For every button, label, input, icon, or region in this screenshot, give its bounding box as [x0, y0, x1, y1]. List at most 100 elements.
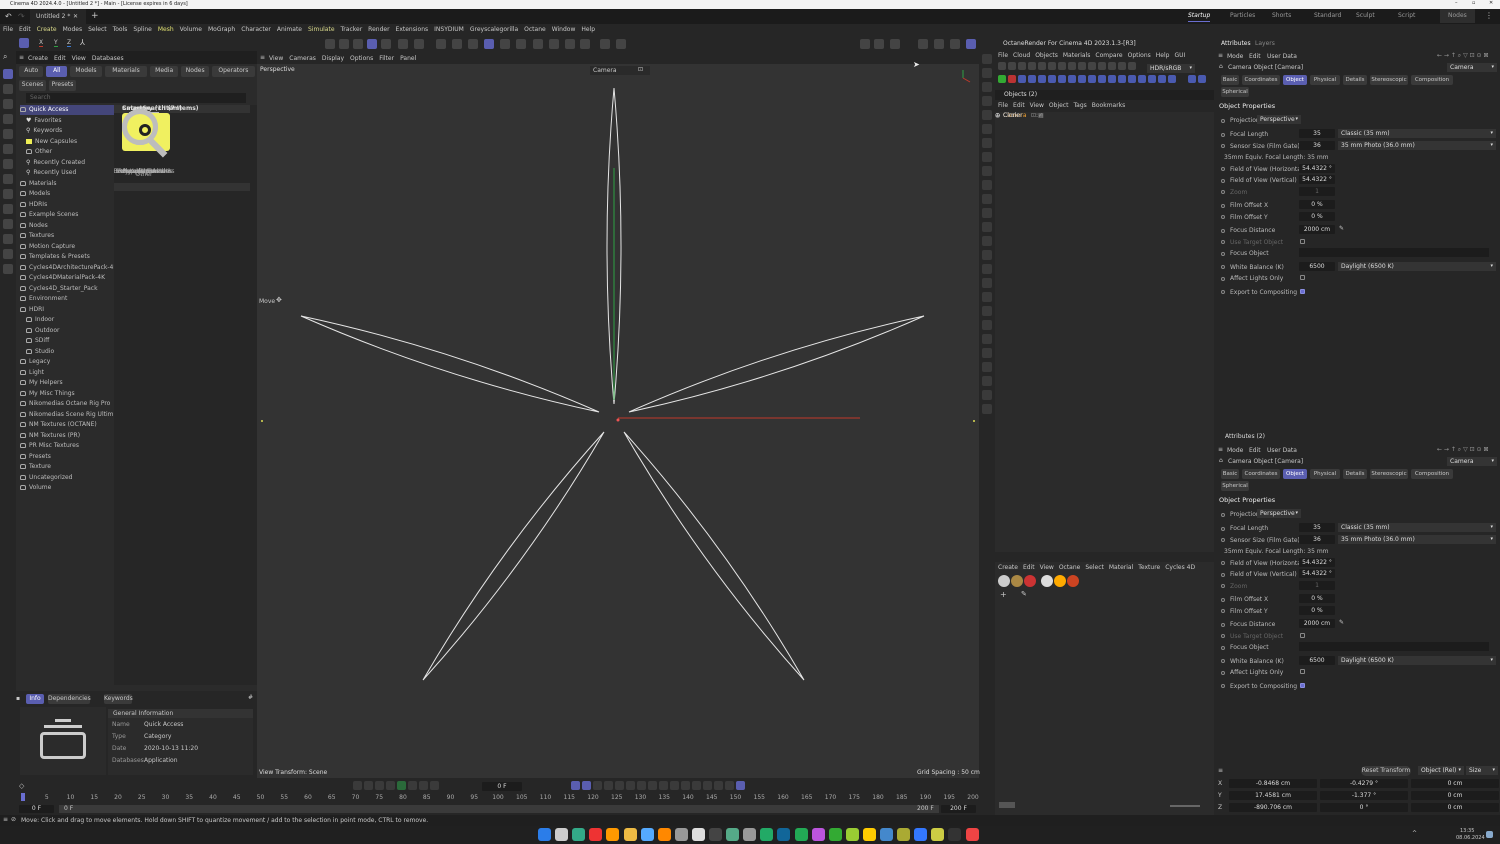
toolbar-tool-icon[interactable] — [950, 39, 960, 49]
menu-edit[interactable]: Edit — [19, 26, 31, 33]
tree-item-my-misc-things[interactable]: My Misc Things — [20, 389, 114, 399]
taskbar-app-icon[interactable] — [623, 828, 637, 841]
material-size-slider[interactable] — [1170, 805, 1200, 807]
octane-menu-file[interactable]: File — [998, 52, 1008, 59]
layout-tab-sculpt[interactable]: Sculpt — [1356, 13, 1375, 19]
hamburger-icon[interactable]: ≡ — [19, 55, 24, 61]
redo-icon[interactable]: ↷ — [18, 13, 25, 21]
material-menu-cycles-4d[interactable]: Cycles 4D — [1165, 564, 1195, 571]
animate-dot[interactable] — [1221, 526, 1225, 531]
asset-tab-operators[interactable]: Operators — [212, 66, 255, 77]
toolbar-tool-icon[interactable] — [381, 39, 391, 49]
object-tool-icon[interactable] — [982, 292, 992, 302]
maximize-button[interactable]: ▫ — [1472, 1, 1475, 6]
octane-object-icon[interactable] — [1008, 75, 1016, 83]
object-tool-icon[interactable] — [982, 306, 992, 316]
attr-tab-object[interactable]: Object — [1283, 469, 1307, 479]
attr-tab-details[interactable]: Details — [1343, 75, 1367, 85]
attr-tab-spherical[interactable]: Spherical — [1221, 87, 1249, 97]
playback-control-icon[interactable] — [604, 781, 613, 790]
menu-volume[interactable]: Volume — [180, 26, 202, 33]
focus-object-link-field[interactable] — [1299, 248, 1489, 257]
octane-toolbar-icon[interactable] — [1108, 62, 1116, 70]
material-menu-octane[interactable]: Octane — [1059, 564, 1081, 571]
dropdown-white-balance-k[interactable]: Daylight (6500 K) — [1338, 655, 1496, 665]
animate-dot[interactable] — [1221, 144, 1225, 148]
projection-dropdown[interactable]: Perspective — [1257, 509, 1301, 518]
field-field-of-view-vertical[interactable]: 54.4322 ° — [1299, 175, 1335, 184]
menu-extensions[interactable]: Extensions — [396, 26, 429, 33]
playhead[interactable] — [21, 793, 25, 801]
coord-position-y[interactable]: 17.4581 cm — [1229, 791, 1317, 800]
material-swatch[interactable] — [1054, 575, 1066, 587]
material-menu-material[interactable]: Material — [1109, 564, 1133, 571]
object-tool-icon[interactable] — [982, 334, 992, 344]
animate-dot[interactable] — [1221, 584, 1225, 588]
octane-menu-materials[interactable]: Materials — [1063, 52, 1091, 59]
menu-help[interactable]: Help — [581, 26, 595, 33]
taskbar-app-icon[interactable] — [880, 828, 893, 841]
octane-toolbar-icon[interactable] — [1118, 62, 1126, 70]
hamburger-icon[interactable]: ≡ — [1218, 53, 1223, 59]
octane-toolbar-icon[interactable] — [998, 62, 1006, 70]
close-window-button[interactable]: ✕ — [1489, 1, 1493, 6]
tree-item-nm-textures-pr[interactable]: NM Textures (PR) — [20, 431, 114, 441]
attr-tab-stereoscopic[interactable]: Stereoscopic — [1370, 75, 1408, 85]
octane-menu-cloud[interactable]: Cloud — [1013, 52, 1030, 59]
animate-dot[interactable] — [1221, 132, 1225, 137]
playback-control-icon[interactable] — [386, 781, 395, 790]
asset-tab-materials[interactable]: Materials — [104, 66, 148, 77]
toolbar-tool-icon[interactable] — [533, 39, 543, 49]
animate-dot[interactable] — [1221, 167, 1225, 171]
menu-mesh[interactable]: Mesh — [158, 26, 174, 33]
tree-item-models[interactable]: Models — [20, 189, 114, 199]
tree-item-quick-access[interactable]: Quick Access — [20, 105, 114, 115]
reset-transform-button[interactable]: Reset Transform — [1361, 766, 1411, 776]
object-list[interactable]: ⊕ Camera ⊡:▦ ⊕ Cloner ⊡:✓ ○ Circle ⊡:✓ — [995, 112, 1214, 552]
toolbar-tool-icon[interactable] — [367, 39, 377, 49]
object-tool-icon[interactable] — [982, 110, 992, 120]
tree-item-templates-presets[interactable]: Templates & Presets — [20, 252, 114, 262]
taskbar-app-icon[interactable] — [606, 828, 620, 841]
animate-dot[interactable] — [1221, 538, 1225, 542]
taskbar-app-icon[interactable] — [572, 828, 586, 841]
checkbox-export-to-compositing[interactable] — [1300, 682, 1305, 688]
object-tool-icon[interactable] — [982, 222, 992, 232]
tree-item-light[interactable]: Light — [20, 368, 114, 378]
layout-tab-script[interactable]: Script — [1398, 13, 1415, 19]
asset-tab-all[interactable]: All — [46, 66, 68, 77]
smartsearch-item-recently-used[interactable]: Recently Used — [114, 109, 174, 695]
attr-tab-physical[interactable]: Physical — [1310, 469, 1340, 479]
toolbar-tool-icon[interactable] — [600, 39, 610, 49]
toolbar-tool-icon[interactable] — [484, 39, 494, 49]
attr-tab-physical[interactable]: Physical — [1310, 75, 1340, 85]
layout-tab-shorts[interactable]: Shorts — [1272, 13, 1291, 19]
objects-menu-tags[interactable]: Tags — [1073, 102, 1086, 109]
octane-toolbar-icon[interactable] — [1048, 62, 1056, 70]
model-mode-icon[interactable] — [19, 38, 29, 48]
coord-rotation-y[interactable]: -1.377 ° — [1320, 791, 1408, 800]
asset-tab-auto[interactable]: Auto — [19, 66, 44, 77]
keyframe-icon[interactable]: ◇ — [19, 783, 24, 790]
layout-tab-startup[interactable]: Startup — [1188, 13, 1211, 22]
octane-menu-compare[interactable]: Compare — [1095, 52, 1122, 59]
panel-tab-layers[interactable]: Layers — [1255, 41, 1275, 47]
x-axis-toggle[interactable]: X — [39, 40, 44, 47]
toolbar-tool-icon[interactable] — [398, 39, 408, 49]
tree-item-outdoor[interactable]: Outdoor — [26, 326, 114, 336]
taskbar-app-icon[interactable] — [965, 828, 979, 841]
asset-subtab-presets[interactable]: Presets — [49, 80, 76, 91]
tray-chevron-icon[interactable]: ^ — [1412, 831, 1417, 837]
y-axis-toggle[interactable]: Y — [54, 40, 58, 47]
octane-object-icon[interactable] — [1188, 75, 1196, 83]
playback-control-icon[interactable] — [637, 781, 646, 790]
playback-control-icon[interactable] — [408, 781, 417, 790]
smartsearch-item-incomplete-assets[interactable]: Incomplete Assets — [114, 109, 174, 407]
object-tool-icon[interactable] — [982, 194, 992, 204]
add-material-icon[interactable]: + — [1000, 591, 1007, 599]
tree-item-studio[interactable]: Studio — [26, 347, 114, 357]
object-row-cloner[interactable]: ⊕ Cloner ⊡:✓ — [995, 113, 1055, 130]
smartsearch-item-new-capsules[interactable]: New Capsules — [114, 113, 174, 551]
taskbar-app-icon[interactable] — [777, 828, 791, 841]
octane-object-icon[interactable] — [1078, 75, 1086, 83]
